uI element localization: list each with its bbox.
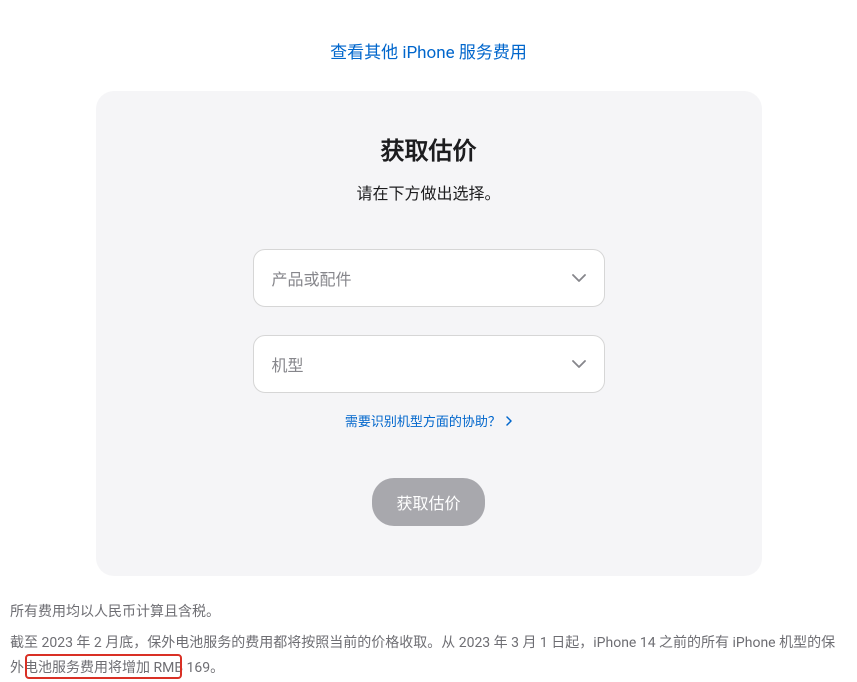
estimate-card: 获取估价 请在下方做出选择。 产品或配件 机型 需要识别机型方面的协助？ 获取估… [96,91,762,576]
product-select[interactable]: 产品或配件 [253,249,605,307]
chevron-down-icon [572,360,586,368]
chevron-down-icon [572,274,586,282]
model-select[interactable]: 机型 [253,335,605,393]
footer-line-2-text: 截至 2023 年 2 月底，保外电池服务的费用都将按照当前的价格收取。从 20… [10,635,835,676]
identify-model-help-link[interactable]: 需要识别机型方面的协助？ [345,415,512,430]
footer-line-2: 截至 2023 年 2 月底，保外电池服务的费用都将按照当前的价格收取。从 20… [10,631,847,681]
chevron-right-icon [506,415,512,430]
product-select-wrap: 产品或配件 [253,249,605,307]
get-estimate-button[interactable]: 获取估价 [372,478,484,526]
help-link-text: 需要识别机型方面的协助？ [345,415,501,430]
card-subtitle: 请在下方做出选择。 [146,180,712,204]
top-link-container: 查看其他 iPhone 服务费用 [0,0,857,91]
model-select-wrap: 机型 [253,335,605,393]
product-select-placeholder: 产品或配件 [272,266,352,290]
footer-line-1: 所有费用均以人民币计算且含税。 [10,600,847,625]
model-select-placeholder: 机型 [272,352,304,376]
submit-wrap: 获取估价 [146,478,712,526]
help-link-container: 需要识别机型方面的协助？ [146,411,712,430]
footer-text: 所有费用均以人民币计算且含税。 截至 2023 年 2 月底，保外电池服务的费用… [0,576,857,682]
view-other-fees-link[interactable]: 查看其他 iPhone 服务费用 [330,43,527,63]
card-title: 获取估价 [146,131,712,166]
